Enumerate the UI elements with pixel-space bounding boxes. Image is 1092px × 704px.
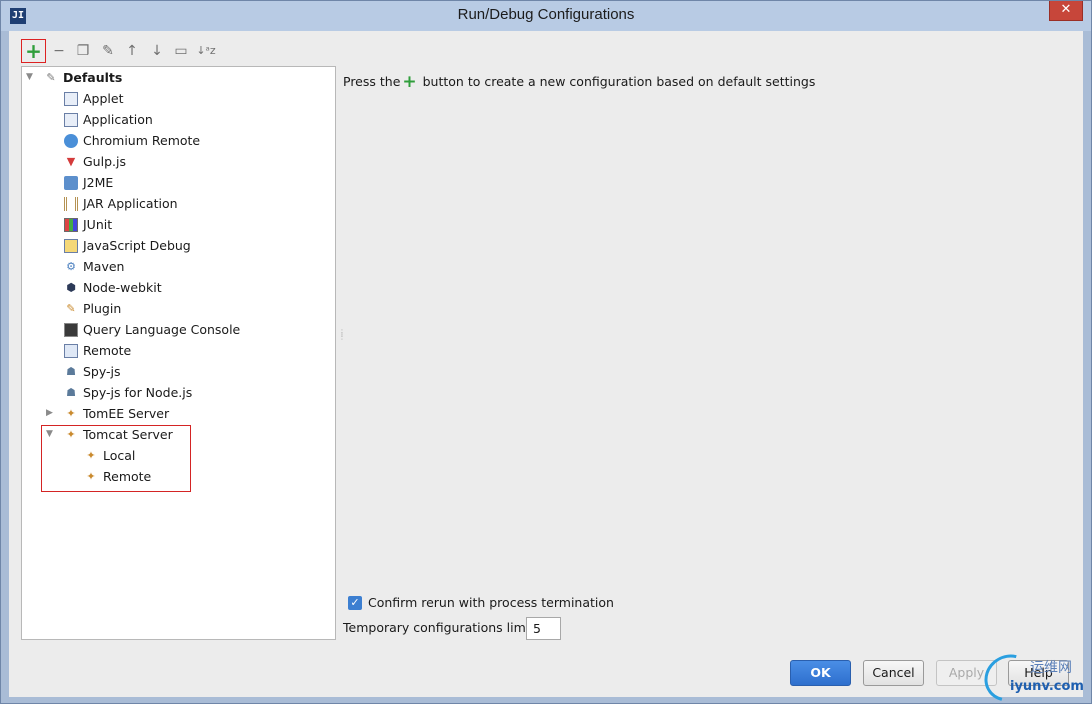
tree-item-label: JUnit [83,217,113,232]
temp-config-limit-row: Temporary configurations limit: 5 [343,617,561,640]
edit-defaults-button[interactable]: ✎ [98,41,118,61]
tree-item-javascript-debug[interactable]: JavaScript Debug [64,235,191,256]
expand-arrow-down-icon[interactable]: ▼ [26,67,36,88]
expand-arrow-right-icon[interactable]: ▶ [46,403,56,424]
j2me-icon [64,175,78,190]
configurations-tree[interactable]: ▼ ✎ Defaults Applet Application Chromium … [21,66,336,640]
tree-item-label: Spy-js for Node.js [83,385,193,400]
tree-item-jar-application[interactable]: JAR Application [64,193,178,214]
tree-item-label: Spy-js [83,364,121,379]
javascript-debug-icon [64,238,78,253]
temp-config-limit-label: Temporary configurations limit: [343,620,539,635]
add-configuration-button[interactable]: + [21,39,46,63]
tree-item-label: Applet [83,91,124,106]
chromium-icon [64,133,78,148]
panel-splitter[interactable]: ⋮ ⋮ [338,329,346,345]
confirm-rerun-checkbox[interactable]: ✓ [348,595,362,610]
tree-item-label: Gulp.js [83,154,126,169]
remove-configuration-button[interactable]: − [49,41,69,61]
close-button[interactable]: ✕ [1049,1,1083,21]
defaults-wrench-icon: ✎ [46,70,56,84]
tree-item-applet[interactable]: Applet [64,88,124,109]
tree-item-label: Remote [83,343,132,358]
tree-item-plugin[interactable]: ✎ Plugin [64,298,121,319]
move-up-button[interactable]: ↑ [122,41,142,61]
sort-alpha-icon: ↓ᵃz [196,44,216,57]
copy-icon: ❐ [76,43,90,59]
arrow-down-icon: ↓ [151,43,163,59]
tree-item-j2me[interactable]: J2ME [64,172,113,193]
cancel-button[interactable]: Cancel [863,660,924,686]
tree-item-label: Application [83,112,153,127]
dialog-content: + − ❐ ✎ ↑ ↓ ▭ ↓ᵃz ▼ ✎ Defaults Applet App… [9,31,1083,697]
tree-item-query-language-console[interactable]: Query Language Console [64,319,240,340]
tree-item-label: Node-webkit [83,280,162,295]
tree-item-label: JAR Application [83,196,178,211]
tree-node-label: Defaults [63,70,123,85]
plugin-icon: ✎ [66,301,76,315]
hint-text-after: button to create a new configuration bas… [418,74,816,89]
tree-item-application[interactable]: Application [64,109,153,130]
folder-button[interactable]: ▭ [171,41,191,61]
ok-button[interactable]: OK [790,660,851,686]
tree-item-maven[interactable]: ⚙ Maven [64,256,124,277]
minus-icon: − [53,43,65,59]
temp-config-limit-input[interactable]: 5 [526,617,561,640]
close-icon: ✕ [1060,2,1072,17]
folder-icon: ▭ [174,43,188,59]
plus-icon: + [402,72,417,92]
jar-icon [64,196,78,211]
tree-item-tomee-server[interactable]: ✦ TomEE Server [64,403,169,424]
tree-item-label: Query Language Console [83,322,241,337]
remote-icon [64,343,78,358]
tree-item-label: J2ME [83,175,114,190]
watermark-line1: 运维网 [1030,660,1072,676]
tomcat-highlight-annotation [41,425,191,492]
tree-item-label: Chromium Remote [83,133,201,148]
plus-icon: + [25,39,42,63]
title-bar[interactable]: JI Run/Debug Configurations ✕ [1,1,1091,31]
tree-item-junit[interactable]: JUnit [64,214,112,235]
tree-item-label: TomEE Server [83,406,170,421]
tree-node-defaults[interactable]: ✎ Defaults [44,67,122,88]
spy-js-icon: ☗ [66,364,76,378]
tree-item-label: Plugin [83,301,122,316]
confirm-rerun-label: Confirm rerun with process termination [368,595,614,610]
empty-state-hint: Press the + button to create a new config… [343,71,816,92]
junit-icon [64,217,78,232]
move-down-button[interactable]: ↓ [147,41,167,61]
node-webkit-icon: ⬢ [66,280,76,294]
sort-button[interactable]: ↓ᵃz [196,41,216,61]
wrench-icon: ✎ [102,43,114,59]
site-watermark: 运维网 iyunv.com [975,645,1089,704]
dialog-window: JI Run/Debug Configurations ✕ + − ❐ ✎ ↑ … [0,0,1092,704]
gulp-icon: ▼ [66,154,76,168]
query-console-icon [64,322,78,337]
tree-item-label: Maven [83,259,125,274]
application-icon [64,112,78,127]
confirm-rerun-option[interactable]: ✓ Confirm rerun with process termination [348,595,614,611]
tree-item-node-webkit[interactable]: ⬢ Node-webkit [64,277,162,298]
watermark-line2: iyunv.com [1010,679,1084,694]
spy-js-node-icon: ☗ [66,385,76,399]
tree-item-chromium-remote[interactable]: Chromium Remote [64,130,200,151]
tree-item-label: JavaScript Debug [83,238,191,253]
hint-text-before: Press the [343,74,401,89]
tree-item-gulp[interactable]: ▼ Gulp.js [64,151,126,172]
checkmark-icon: ✓ [350,595,360,609]
window-title: Run/Debug Configurations [457,6,635,23]
tree-item-remote[interactable]: Remote [64,340,131,361]
tree-item-spy-js-node[interactable]: ☗ Spy-js for Node.js [64,382,192,403]
toolbar: + − ❐ ✎ ↑ ↓ ▭ ↓ᵃz [21,39,241,63]
maven-gear-icon: ⚙ [66,259,76,273]
applet-icon [64,91,78,106]
arrow-up-icon: ↑ [126,43,138,59]
copy-configuration-button[interactable]: ❐ [73,41,93,61]
tomee-cat-icon: ✦ [66,406,76,420]
tree-item-spy-js[interactable]: ☗ Spy-js [64,361,121,382]
